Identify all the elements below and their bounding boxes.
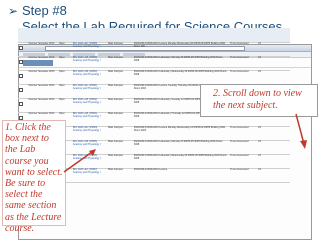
course-link[interactable]: BIO 2020 LEC (15894) Anatomy and Physiol…	[71, 126, 108, 141]
table-row: Summer Semester 2013OpenBIO 2020 LEC (15…	[18, 42, 290, 57]
instructor-cell: To be Announced	[228, 126, 258, 141]
campus-cell: Main Campus	[107, 140, 133, 155]
course-link[interactable]: BIO 2020 LAB (15889) Anatomy and Physiol…	[71, 56, 108, 71]
details-cell: 06/06/2013-08/01/2013 Laboratory Monday …	[132, 140, 229, 155]
term-cell: Summer Semester 2013	[27, 70, 58, 85]
arrow-bullet-icon: ➢	[8, 4, 19, 18]
details-cell: 06/06/2013-08/01/2013 Laboratory Monday …	[132, 56, 229, 71]
seats-cell: 24	[257, 56, 274, 71]
step-label: Step #8	[22, 3, 67, 18]
details-cell: 06/06/2013-08/01/2013 Lecture Monday Wed…	[132, 126, 229, 141]
instructor-cell: To be Announced	[228, 168, 258, 183]
header-cell	[57, 28, 72, 43]
seats-cell: 24	[257, 42, 274, 57]
select-checkbox[interactable]	[18, 70, 28, 85]
campus-cell: Main Campus	[107, 112, 133, 127]
term-cell: Summer Semester 2013	[27, 42, 58, 57]
status-cell: Open	[57, 98, 72, 113]
details-cell: 06/06/2013-08/01/2013 Laboratory Wednesd…	[132, 154, 229, 169]
table-header-row	[18, 28, 290, 43]
course-checkbox[interactable]	[19, 46, 23, 50]
status-cell: Open	[57, 56, 72, 71]
spacer-cell	[273, 140, 290, 155]
course-checkbox[interactable]	[19, 102, 23, 106]
spacer-cell	[273, 70, 290, 85]
instructor-cell: To be Announced	[228, 154, 258, 169]
header-cell	[107, 28, 133, 43]
instructor-cell: To be Announced	[228, 70, 258, 85]
course-link[interactable]: BIO 2020 LAB (15892) Anatomy and Physiol…	[71, 98, 108, 113]
status-cell: Open	[57, 84, 72, 99]
campus-cell: Main Campus	[107, 70, 133, 85]
spacer-cell	[273, 42, 290, 57]
header-cell	[27, 28, 58, 43]
instructor-cell: To be Announced	[228, 140, 258, 155]
instructor-cell: To be Announced	[228, 42, 258, 57]
spacer-cell	[273, 154, 290, 169]
course-link[interactable]: BIO 2020 LAB (15893) Anatomy and Physiol…	[71, 112, 108, 127]
campus-cell: Main Campus	[107, 56, 133, 71]
table-row: Summer Semester 2013OpenBIO 2020 LAB (15…	[18, 70, 290, 85]
callout-click-lab-box: 1. Click the box next to the Lab course …	[2, 120, 66, 234]
instructor-cell: To be Announced	[228, 56, 258, 71]
campus-cell: Main Campus	[107, 154, 133, 169]
details-cell: 06/06/2013-08/01/2013 Laboratory Wednesd…	[132, 70, 229, 85]
term-cell: Summer Semester 2013	[27, 98, 58, 113]
term-cell: Summer Semester 2013	[27, 56, 58, 71]
course-checkbox[interactable]	[19, 74, 23, 78]
select-checkbox[interactable]	[18, 84, 28, 99]
campus-cell: Main Campus	[107, 168, 133, 183]
scroll-arrow-icon	[295, 113, 307, 149]
campus-cell: Main Campus	[107, 42, 133, 57]
details-cell: 06/06/2013-08/01/2013 Lecture	[132, 168, 229, 183]
seats-cell: 24	[257, 126, 274, 141]
course-link[interactable]: BIO 2020 LAB (15890) Anatomy and Physiol…	[71, 70, 108, 85]
seats-cell: 24	[257, 70, 274, 85]
select-checkbox[interactable]	[18, 56, 28, 71]
seats-cell: 24	[257, 168, 274, 183]
pointer-arrow-icon	[63, 149, 96, 173]
campus-cell: Main Campus	[107, 98, 133, 113]
spacer-cell	[273, 126, 290, 141]
status-cell: Open	[57, 70, 72, 85]
table-row: Summer Semester 2013OpenBIO 2020 LAB (15…	[18, 56, 290, 71]
select-checkbox[interactable]	[18, 42, 28, 57]
course-checkbox[interactable]	[19, 60, 23, 64]
details-cell: 06/06/2013-08/01/2013 Lecture Monday Wed…	[132, 42, 229, 57]
header-cell	[71, 28, 108, 43]
status-cell: Open	[57, 42, 72, 57]
course-link[interactable]: BIO 2020 LEC (15888) Anatomy and Physiol…	[71, 42, 108, 57]
select-checkbox[interactable]	[18, 98, 28, 113]
term-cell: Summer Semester 2013	[27, 84, 58, 99]
spacer-cell	[273, 56, 290, 71]
campus-cell: Main Campus	[107, 126, 133, 141]
header-cell	[257, 28, 274, 43]
campus-cell: Main Campus	[107, 84, 133, 99]
header-cell	[132, 28, 229, 43]
course-link[interactable]: BIO 2020 LEC (15891) Anatomy and Physiol…	[71, 84, 108, 99]
header-cell	[228, 28, 258, 43]
seats-cell: 24	[257, 154, 274, 169]
spacer-cell	[273, 168, 290, 183]
header-cell	[273, 28, 290, 43]
seats-cell: 24	[257, 140, 274, 155]
header-cell	[18, 28, 28, 43]
course-checkbox[interactable]	[19, 88, 23, 92]
